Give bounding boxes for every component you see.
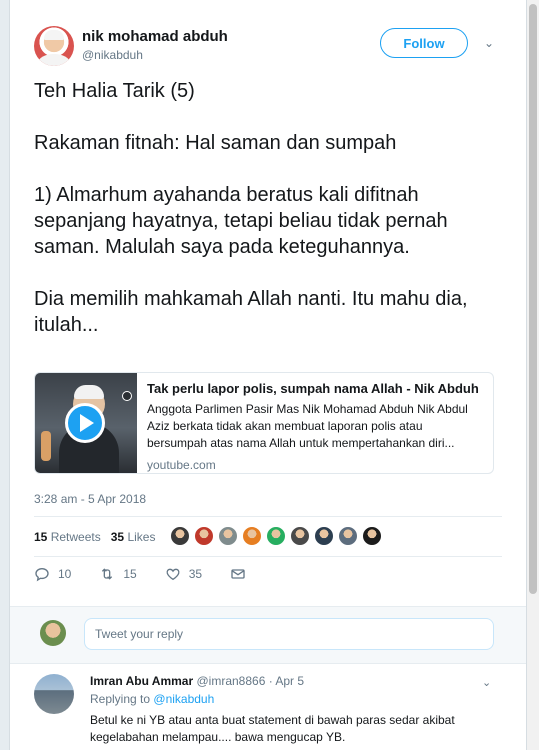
reply-text: Betul ke ni YB atau anta buat statement … bbox=[90, 713, 455, 744]
link-domain: youtube.com bbox=[147, 458, 216, 472]
liker-avatar[interactable] bbox=[170, 526, 190, 546]
tweet-header: nik mohamad abduh @nikabduh Follow ⌄ bbox=[34, 26, 502, 70]
link-description: Anggota Parlimen Pasir Mas Nik Mohamad A… bbox=[147, 402, 468, 450]
divider bbox=[34, 556, 502, 557]
replying-to: Replying to @nikabduh bbox=[90, 692, 214, 706]
reply-button[interactable]: 10 bbox=[34, 566, 71, 582]
follow-button[interactable]: Follow bbox=[380, 28, 468, 58]
likes-count: 35 bbox=[110, 530, 125, 544]
replying-prefix: Replying to bbox=[90, 692, 151, 706]
retweets-label: Retweets bbox=[50, 530, 101, 544]
reply-count: 10 bbox=[58, 567, 72, 581]
message-button[interactable] bbox=[230, 566, 246, 582]
link-title: Tak perlu lapor polis, sumpah nama Allah… bbox=[147, 381, 479, 396]
like-count: 35 bbox=[188, 567, 203, 581]
liker-avatar[interactable] bbox=[314, 526, 334, 546]
play-icon[interactable] bbox=[65, 403, 105, 443]
chevron-down-icon[interactable]: ⌄ bbox=[482, 36, 496, 50]
link-preview-card[interactable]: Tak perlu lapor polis, sumpah nama Allah… bbox=[34, 372, 494, 474]
retweets-stat[interactable]: 15 Retweets bbox=[34, 530, 101, 544]
envelope-icon bbox=[231, 569, 245, 579]
likes-label: Likes bbox=[127, 530, 156, 544]
tweet-paragraph: 1) Almarhum ayahanda beratus kali difitn… bbox=[34, 184, 448, 258]
tweet-paragraph: Rakaman fitnah: Hal saman dan sumpah bbox=[34, 132, 397, 154]
chevron-down-icon[interactable]: ⌄ bbox=[482, 676, 491, 689]
liker-avatars bbox=[170, 526, 386, 546]
author-avatar[interactable] bbox=[34, 26, 74, 66]
divider bbox=[34, 516, 502, 517]
retweets-count: 15 bbox=[34, 530, 48, 544]
liker-avatar[interactable] bbox=[290, 526, 310, 546]
tweet-card: nik mohamad abduh @nikabduh Follow ⌄ Teh… bbox=[9, 0, 527, 750]
user-avatar bbox=[40, 620, 66, 646]
tweet-paragraph: Teh Halia Tarik (5) bbox=[34, 80, 195, 102]
liker-avatar[interactable] bbox=[362, 526, 382, 546]
heart-icon bbox=[166, 568, 180, 581]
reply-input[interactable]: Tweet your reply bbox=[84, 618, 494, 650]
replying-to-link[interactable]: @nikabduh bbox=[153, 692, 214, 706]
reply-icon bbox=[35, 567, 49, 582]
tweet-actions: 10 15 35 bbox=[34, 566, 274, 582]
scrollbar-thumb[interactable] bbox=[529, 4, 537, 594]
author-handle[interactable]: @nikabduh bbox=[82, 48, 143, 62]
liker-avatar[interactable] bbox=[218, 526, 238, 546]
liker-avatar[interactable] bbox=[266, 526, 286, 546]
tweet-stats: 15 Retweets 35 Likes bbox=[34, 526, 165, 548]
retweet-button[interactable]: 15 bbox=[99, 566, 137, 582]
like-button[interactable]: 35 bbox=[165, 566, 202, 582]
liker-avatar[interactable] bbox=[338, 526, 358, 546]
reply-header: Imran Abu Ammar @imran8866 · Apr 5 bbox=[90, 674, 304, 688]
reply-handle-date[interactable]: @imran8866 · Apr 5 bbox=[196, 674, 304, 688]
tweet-text: Teh Halia Tarik (5) Rakaman fitnah: Hal … bbox=[34, 78, 504, 338]
tweet-paragraph: Dia memilih mahkamah Allah nanti. Itu ma… bbox=[34, 288, 468, 336]
clock-icon bbox=[122, 391, 132, 401]
video-thumbnail[interactable] bbox=[35, 373, 137, 473]
retweet-count: 15 bbox=[123, 567, 137, 581]
reply-author-avatar[interactable] bbox=[34, 674, 74, 714]
author-display-name[interactable]: nik mohamad abduh bbox=[82, 28, 228, 45]
reply-author-name[interactable]: Imran Abu Ammar bbox=[90, 674, 193, 688]
liker-avatar[interactable] bbox=[242, 526, 262, 546]
liker-avatar[interactable] bbox=[194, 526, 214, 546]
likes-stat[interactable]: 35 Likes bbox=[111, 530, 156, 544]
retweet-icon bbox=[102, 568, 113, 580]
tweet-timestamp[interactable]: 3:28 am - 5 Apr 2018 bbox=[34, 492, 146, 506]
scrollbar[interactable] bbox=[527, 0, 539, 750]
